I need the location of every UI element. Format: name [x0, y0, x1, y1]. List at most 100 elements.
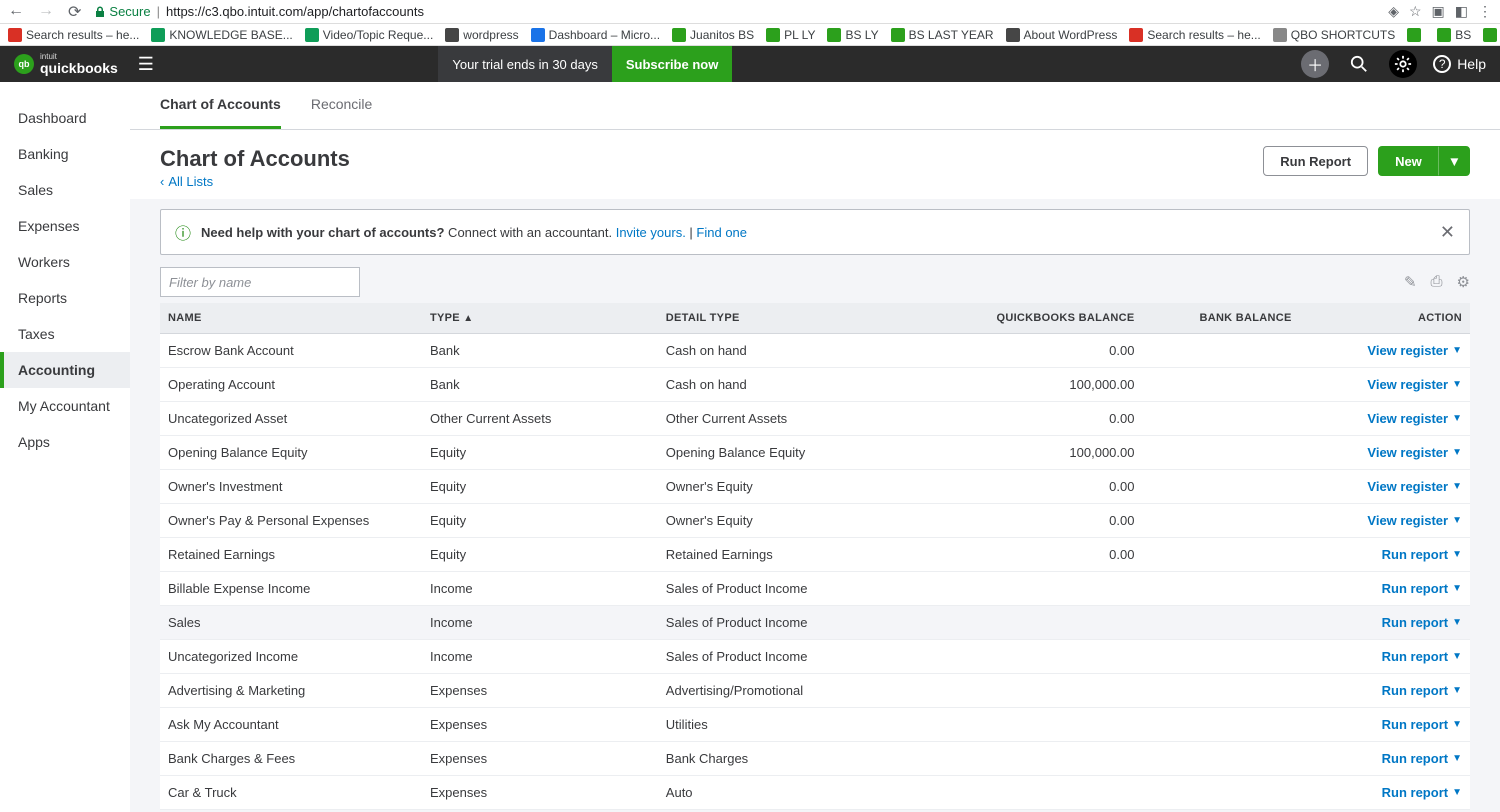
- quickbooks-logo[interactable]: qb intuit quickbooks: [14, 53, 118, 75]
- chevron-down-icon[interactable]: ▼: [1452, 719, 1462, 730]
- sidebar-item-workers[interactable]: Workers: [0, 244, 130, 280]
- trial-banner: Your trial ends in 30 days Subscribe now: [438, 46, 732, 82]
- chevron-down-icon[interactable]: ▼: [1452, 685, 1462, 696]
- bookmark-item[interactable]: BS: [1437, 28, 1471, 42]
- row-action-link[interactable]: Run report ▼: [1382, 785, 1462, 800]
- breadcrumb[interactable]: ‹ All Lists: [160, 174, 350, 189]
- sidebar-item-sales[interactable]: Sales: [0, 172, 130, 208]
- sidebar-item-apps[interactable]: Apps: [0, 424, 130, 460]
- bookmark-item[interactable]: Video/Topic Reque...: [305, 28, 434, 42]
- subscribe-button[interactable]: Subscribe now: [612, 57, 732, 72]
- reload-icon[interactable]: ⟳: [68, 2, 81, 22]
- row-action-link[interactable]: Run report ▼: [1382, 649, 1462, 664]
- row-action-link[interactable]: Run report ▼: [1382, 581, 1462, 596]
- ext-icon[interactable]: ◧: [1455, 3, 1468, 20]
- chevron-down-icon[interactable]: ▼: [1452, 753, 1462, 764]
- plus-icon[interactable]: ＋: [1301, 50, 1329, 78]
- cell-qb: 0.00: [920, 538, 1143, 572]
- sidebar-item-banking[interactable]: Banking: [0, 136, 130, 172]
- run-report-button[interactable]: Run Report: [1263, 146, 1368, 176]
- bookmark-icon: [1407, 28, 1421, 42]
- bookmark-item[interactable]: KNOWLEDGE BASE...: [151, 28, 292, 42]
- find-link[interactable]: Find one: [696, 225, 747, 240]
- row-action-link[interactable]: View register ▼: [1367, 343, 1462, 358]
- table-row: Ask My AccountantExpensesUtilitiesRun re…: [160, 708, 1470, 742]
- row-action-link[interactable]: Run report ▼: [1382, 751, 1462, 766]
- col-bank-balance[interactable]: BANK BALANCE: [1142, 303, 1299, 334]
- bookmark-item[interactable]: Search results – he...: [1129, 28, 1260, 42]
- col-qb-balance[interactable]: QUICKBOOKS BALANCE: [920, 303, 1143, 334]
- chevron-down-icon[interactable]: ▼: [1452, 583, 1462, 594]
- row-action-link[interactable]: View register ▼: [1367, 445, 1462, 460]
- lightbulb-icon: ⓘ: [175, 220, 191, 244]
- tabs: Chart of Accounts Reconcile: [130, 82, 1500, 130]
- table-row: Uncategorized AssetOther Current AssetsO…: [160, 402, 1470, 436]
- bookmark-item[interactable]: Juanitos BS: [672, 28, 754, 42]
- chevron-down-icon[interactable]: ▼: [1452, 787, 1462, 798]
- table-gear-icon[interactable]: ⚙: [1457, 273, 1470, 291]
- bookmark-item[interactable]: QBO SHORTCUTS: [1273, 28, 1395, 42]
- url-area[interactable]: Secure | https://c3.qbo.intuit.com/app/c…: [95, 4, 1374, 19]
- star-icon[interactable]: ☆: [1409, 3, 1422, 20]
- translate-icon[interactable]: ◈: [1388, 3, 1399, 20]
- sidebar-item-my-accountant[interactable]: My Accountant: [0, 388, 130, 424]
- row-action-link[interactable]: View register ▼: [1367, 513, 1462, 528]
- row-action-link[interactable]: Run report ▼: [1382, 717, 1462, 732]
- pencil-icon[interactable]: ✎: [1404, 273, 1417, 291]
- cell-action: View register ▼: [1300, 402, 1470, 436]
- bookmark-item[interactable]: wordpress: [445, 28, 518, 42]
- cell-type: Bank: [422, 334, 658, 368]
- chevron-down-icon[interactable]: ▼: [1452, 651, 1462, 662]
- col-name[interactable]: NAME: [160, 303, 422, 334]
- bookmark-item[interactable]: BS LAST YEAR: [891, 28, 994, 42]
- bookmark-label: Search results – he...: [1147, 28, 1260, 42]
- new-dropdown-icon[interactable]: ▼: [1439, 146, 1470, 176]
- row-action-link[interactable]: Run report ▼: [1382, 615, 1462, 630]
- back-arrow-icon[interactable]: ←: [8, 2, 24, 22]
- help-button[interactable]: ? Help: [1433, 55, 1486, 73]
- sidebar-item-expenses[interactable]: Expenses: [0, 208, 130, 244]
- hamburger-icon[interactable]: ☰: [138, 54, 154, 75]
- sidebar-item-taxes[interactable]: Taxes: [0, 316, 130, 352]
- tab-chart-of-accounts[interactable]: Chart of Accounts: [160, 82, 281, 129]
- more-icon[interactable]: ⋮: [1478, 3, 1492, 20]
- bookmark-item[interactable]: About WordPress: [1006, 28, 1118, 42]
- close-icon[interactable]: ✕: [1440, 222, 1455, 243]
- cell-action: Run report ▼: [1300, 776, 1470, 810]
- row-action-link[interactable]: View register ▼: [1367, 479, 1462, 494]
- ext-icon[interactable]: ▣: [1432, 3, 1445, 20]
- chevron-down-icon[interactable]: ▼: [1452, 413, 1462, 424]
- chevron-down-icon[interactable]: ▼: [1452, 549, 1462, 560]
- chevron-down-icon[interactable]: ▼: [1452, 515, 1462, 526]
- bookmark-item[interactable]: BS LY: [827, 28, 878, 42]
- bookmark-item[interactable]: [1407, 28, 1425, 42]
- chevron-down-icon[interactable]: ▼: [1452, 379, 1462, 390]
- tab-reconcile[interactable]: Reconcile: [311, 82, 372, 129]
- col-type[interactable]: TYPE ▲: [422, 303, 658, 334]
- chevron-down-icon[interactable]: ▼: [1452, 447, 1462, 458]
- new-button[interactable]: New: [1378, 146, 1439, 176]
- chevron-down-icon[interactable]: ▼: [1452, 617, 1462, 628]
- search-icon[interactable]: [1345, 50, 1373, 78]
- gear-icon[interactable]: [1389, 50, 1417, 78]
- cell-bank: [1142, 776, 1299, 810]
- row-action-link[interactable]: View register ▼: [1367, 377, 1462, 392]
- sidebar-item-dashboard[interactable]: Dashboard: [0, 100, 130, 136]
- print-icon[interactable]: ⎙: [1431, 273, 1443, 291]
- sidebar-item-reports[interactable]: Reports: [0, 280, 130, 316]
- chevron-down-icon[interactable]: ▼: [1452, 481, 1462, 492]
- cell-bank: [1142, 334, 1299, 368]
- bookmark-item[interactable]: PL LY: [766, 28, 815, 42]
- filter-input[interactable]: [160, 267, 360, 297]
- bookmark-item[interactable]: QuickBooks Online: [1483, 28, 1500, 42]
- col-detail[interactable]: DETAIL TYPE: [658, 303, 920, 334]
- chevron-down-icon[interactable]: ▼: [1452, 345, 1462, 356]
- row-action-link[interactable]: Run report ▼: [1382, 683, 1462, 698]
- bookmark-item[interactable]: Search results – he...: [8, 28, 139, 42]
- sidebar-item-accounting[interactable]: Accounting: [0, 352, 130, 388]
- row-action-link[interactable]: Run report ▼: [1382, 547, 1462, 562]
- bookmark-item[interactable]: Dashboard – Micro...: [531, 28, 660, 42]
- invite-link[interactable]: Invite yours.: [616, 225, 686, 240]
- breadcrumb-link[interactable]: All Lists: [168, 174, 213, 189]
- row-action-link[interactable]: View register ▼: [1367, 411, 1462, 426]
